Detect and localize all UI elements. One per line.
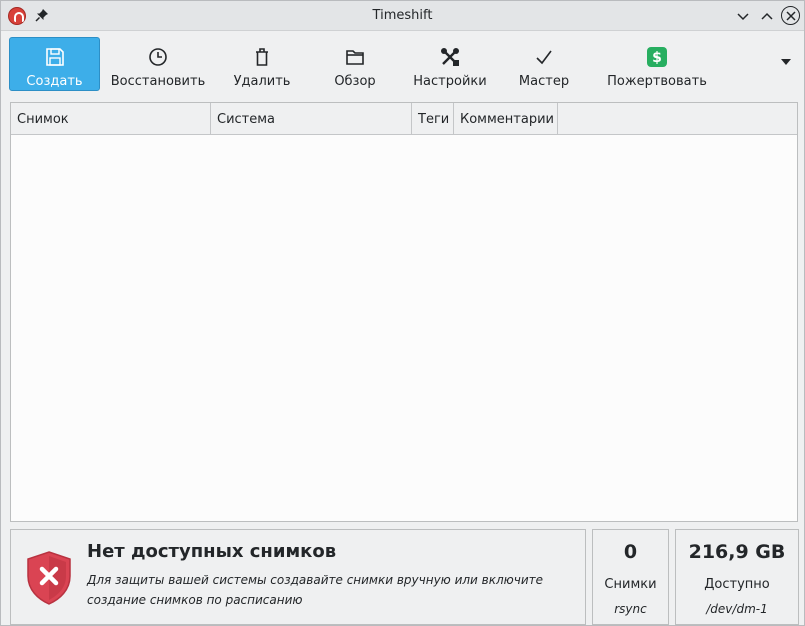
maximize-icon[interactable] <box>757 6 777 26</box>
close-icon <box>786 11 796 21</box>
dollar-icon: $ <box>647 47 667 67</box>
settings-label: Настройки <box>413 74 487 89</box>
create-button[interactable]: Создать <box>9 37 100 91</box>
snapshots-label: Снимки <box>604 577 657 592</box>
title-bar[interactable]: Timeshift <box>1 1 804 31</box>
restore-label: Восстановить <box>110 74 206 89</box>
tools-icon <box>441 48 459 66</box>
donate-button[interactable]: $ Пожертвовать <box>601 37 713 91</box>
delete-button[interactable]: Удалить <box>217 37 307 91</box>
browse-label: Обзор <box>334 74 376 89</box>
column-header-system[interactable]: Система <box>211 103 412 135</box>
toolbar-overflow-icon[interactable] <box>781 59 791 65</box>
svg-text:$: $ <box>652 50 662 66</box>
status-title: Нет доступных снимков <box>87 541 337 562</box>
browse-button[interactable]: Обзор <box>315 37 395 91</box>
window-title: Timeshift <box>372 8 433 23</box>
free-space-value: 216,9 GB <box>688 541 786 563</box>
wizard-label: Мастер <box>518 74 570 89</box>
trash-icon <box>256 48 268 66</box>
status-panel: Нет доступных снимков Для защиты вашей с… <box>10 529 586 625</box>
settings-button[interactable]: Настройки <box>406 37 494 91</box>
shield-error-icon <box>27 551 71 605</box>
create-label: Создать <box>26 74 83 89</box>
restore-button[interactable]: Восстановить <box>109 37 207 91</box>
save-icon <box>45 48 64 66</box>
column-header-snapshot[interactable]: Снимок <box>11 103 211 135</box>
checkmark-icon <box>536 50 552 65</box>
donate-label: Пожертвовать <box>607 74 707 89</box>
table-header: Снимок Система Теги Комментарии <box>11 103 797 135</box>
wizard-button[interactable]: Мастер <box>504 37 584 91</box>
column-header-comments[interactable]: Комментарии <box>454 103 558 135</box>
clock-icon <box>149 48 167 66</box>
folder-icon <box>346 50 364 65</box>
main-toolbar: Создать Восстановить Удалить Обзор Настр… <box>1 32 804 96</box>
snapshots-count: 0 <box>623 541 638 563</box>
snapshot-mode: rsync <box>614 602 647 616</box>
device-path: /dev/dm-1 <box>706 602 768 616</box>
delete-label: Удалить <box>233 74 291 89</box>
status-message: Для защиты вашей системы создавайте сним… <box>87 573 544 607</box>
snapshots-count-panel: 0 Снимки rsync <box>592 529 669 625</box>
free-space-panel: 216,9 GB Доступно /dev/dm-1 <box>675 529 799 625</box>
table-body[interactable] <box>11 136 797 521</box>
minimize-icon[interactable] <box>733 6 753 26</box>
free-space-label: Доступно <box>704 577 770 592</box>
close-button[interactable] <box>781 6 801 26</box>
snapshot-table[interactable]: Снимок Система Теги Комментарии <box>10 102 798 522</box>
column-header-tags[interactable]: Теги <box>412 103 454 135</box>
timeshift-window: Timeshift Создать Восстановить Удалить О… <box>0 0 805 626</box>
